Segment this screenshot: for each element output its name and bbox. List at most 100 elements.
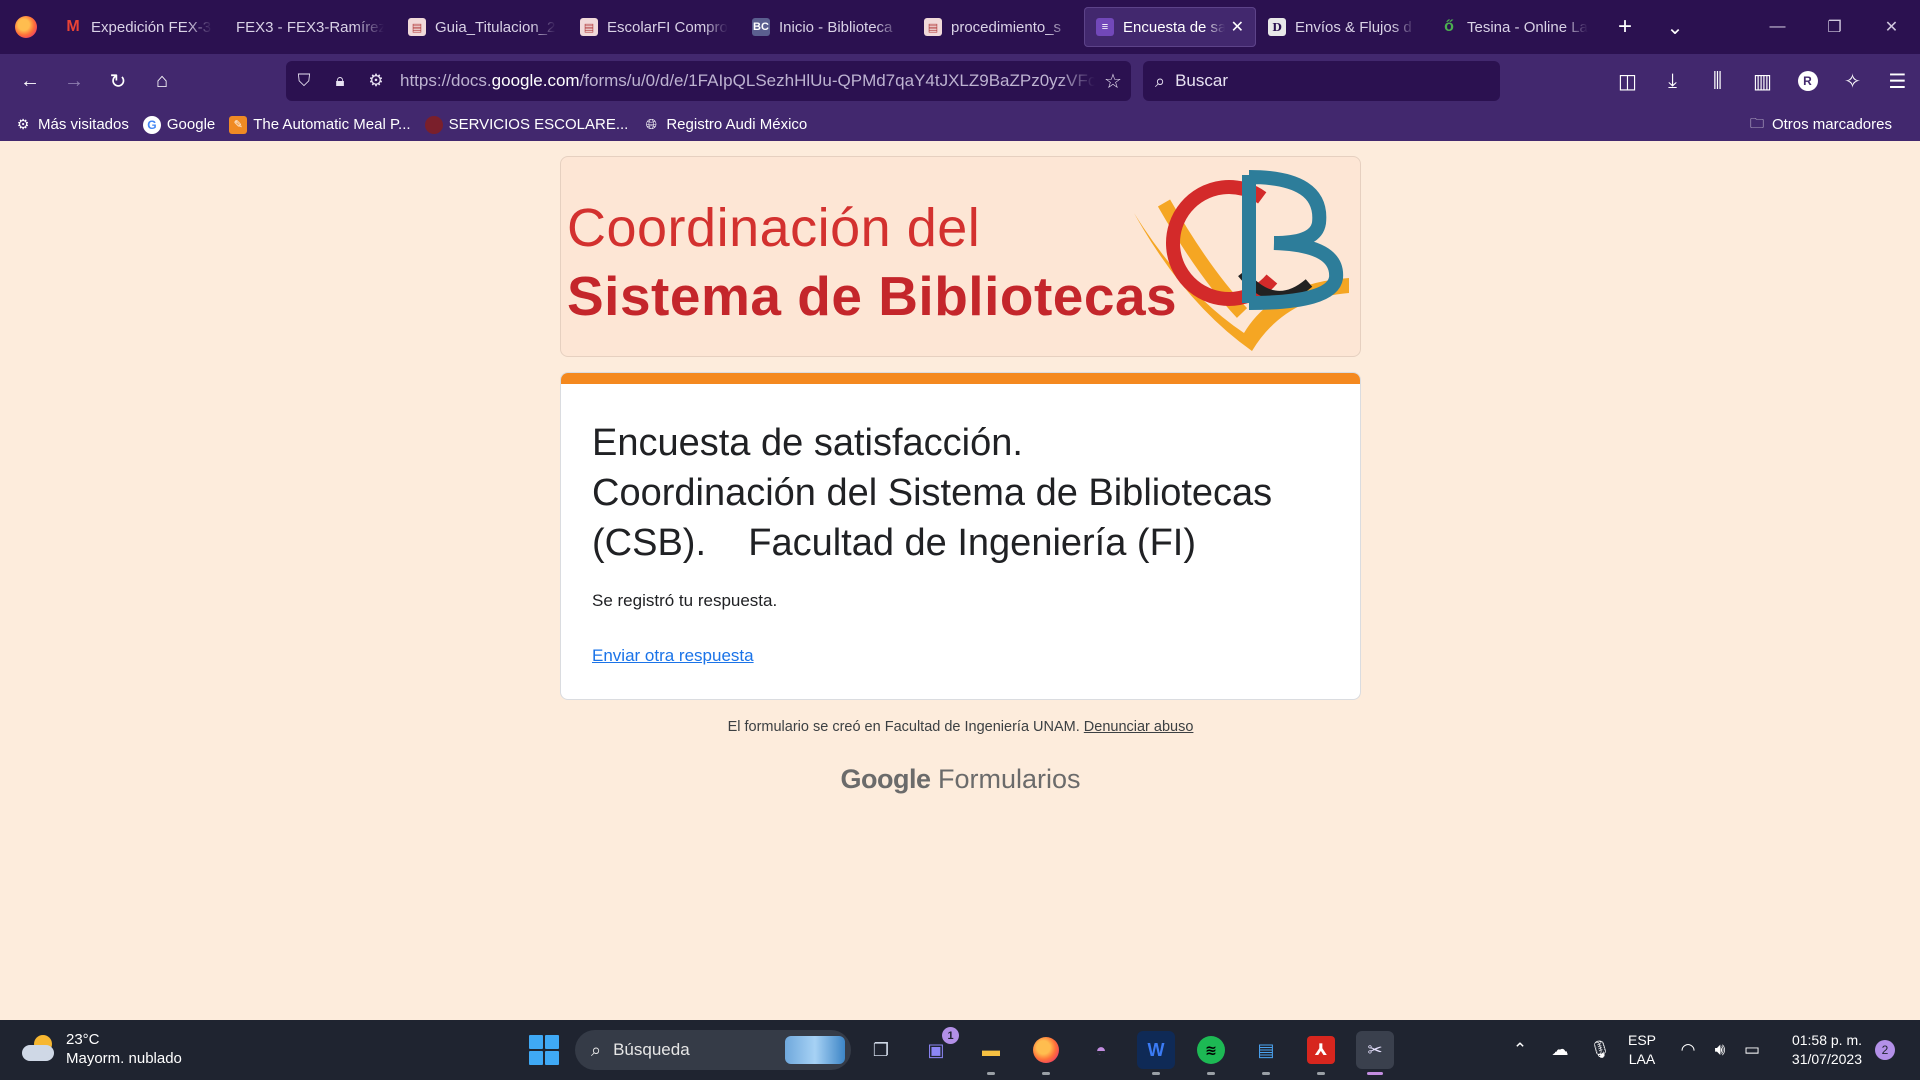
- card-accent-bar: [561, 373, 1360, 384]
- google-icon: G: [142, 115, 161, 134]
- snipping-tool-icon[interactable]: ✂: [1356, 1031, 1394, 1075]
- submit-another-response-link[interactable]: Enviar otra respuesta: [592, 646, 754, 666]
- banner-line-2: Sistema de Bibliotecas: [567, 265, 1178, 327]
- partly-cloudy-icon: [22, 1035, 56, 1063]
- volume-icon: 🔊︎: [1714, 1040, 1726, 1059]
- library-icon[interactable]: ⫼: [1695, 61, 1740, 101]
- sidebar-icon[interactable]: ▥: [1740, 61, 1785, 101]
- folder-icon: 🗀: [1749, 114, 1764, 131]
- weather-temperature: 23°C: [66, 1031, 100, 1048]
- minimize-icon[interactable]: —: [1749, 0, 1806, 54]
- clock-time: 01:58 p. m.: [1791, 1032, 1862, 1048]
- tab-envios[interactable]: D Envíos & Flujos d: [1256, 7, 1428, 47]
- overleaf-icon: ő: [1444, 18, 1454, 35]
- bookmark-star-icon[interactable]: ☆: [1095, 69, 1131, 94]
- mask-app-icon[interactable]: ◓: [1082, 1031, 1120, 1069]
- status-icons[interactable]: ◠ 🔊︎ ▭: [1672, 1020, 1768, 1080]
- teams-chat-icon[interactable]: ▣ 1: [917, 1027, 959, 1069]
- bookmark-meal-planner[interactable]: ✎ The Automatic Meal P...: [229, 115, 411, 134]
- windows-start-icon[interactable]: [529, 1035, 559, 1065]
- tab-biblioteca[interactable]: BC Inicio - Biblioteca: [740, 7, 912, 47]
- tab-strip: M Expedición FEX-3 FEX3 - FEX3-Ramírez ▤…: [0, 0, 1920, 54]
- tab-fex3[interactable]: FEX3 - FEX3-Ramírez: [224, 7, 396, 47]
- shield-icon[interactable]: ⛉: [286, 71, 322, 91]
- clock-date: 31/07/2023: [1791, 1051, 1862, 1067]
- search-input[interactable]: ⌕ Buscar: [1143, 61, 1500, 101]
- bc-icon: BC: [752, 18, 770, 36]
- confirmation-message: Se registró tu respuesta.: [592, 591, 778, 610]
- forward-arrow-icon[interactable]: →: [52, 61, 96, 101]
- lock-icon[interactable]: 🔒︎: [322, 71, 358, 91]
- csb-logo: [1134, 170, 1349, 351]
- unam-doc-icon: ▤: [924, 18, 942, 36]
- hamburger-menu-icon[interactable]: ☰: [1875, 61, 1920, 101]
- close-tab-icon[interactable]: ✕: [1231, 17, 1244, 37]
- bookmark-registro-audi[interactable]: 🌐︎ Registro Audi México: [642, 116, 808, 134]
- search-icon: ⌕: [591, 1039, 602, 1060]
- new-tab-button[interactable]: +: [1600, 0, 1650, 54]
- chevron-up-icon[interactable]: ⌃: [1500, 1040, 1540, 1060]
- tab-list-button[interactable]: ⌄: [1650, 0, 1700, 54]
- notification-badge[interactable]: 2: [1875, 1040, 1895, 1060]
- file-explorer-icon[interactable]: ▬: [972, 1031, 1010, 1075]
- battery-icon: ▭: [1743, 1040, 1761, 1059]
- home-icon[interactable]: ⌂: [140, 61, 184, 101]
- wifi-icon: ◠: [1680, 1040, 1696, 1059]
- tab-procedimiento[interactable]: ▤ procedimiento_s: [912, 7, 1084, 47]
- window-controls: — ❐ ✕: [1749, 0, 1920, 54]
- firefox-menu-icon[interactable]: [0, 0, 52, 54]
- bookmark-google[interactable]: G Google: [142, 115, 215, 134]
- d-icon: D: [1268, 18, 1286, 36]
- microphone-icon[interactable]: 🎙︎: [1580, 1040, 1620, 1060]
- response-card: Encuesta de satisfacción. Coordinación d…: [560, 372, 1361, 700]
- unam-doc-icon: ▤: [408, 18, 426, 36]
- restore-icon[interactable]: ❐: [1806, 0, 1863, 54]
- toolbar-right: ◫ ⤓ ⫼ ▥ R ✧ ☰: [1605, 54, 1920, 108]
- weather-widget[interactable]: 23°C Mayorm. nublado: [22, 1030, 182, 1068]
- extensions-icon[interactable]: ✧: [1830, 61, 1875, 101]
- acrobat-icon[interactable]: ⅄: [1302, 1031, 1340, 1075]
- search-highlight-image: [785, 1036, 845, 1064]
- forms-wordmark: Formularios: [937, 764, 1081, 794]
- permissions-icon[interactable]: ⚙: [358, 71, 394, 91]
- report-abuse-link[interactable]: Denunciar abuso: [1084, 719, 1194, 735]
- firefox-taskbar-icon[interactable]: [1027, 1031, 1065, 1075]
- tab-encuesta[interactable]: ≡ Encuesta de sa ✕: [1084, 7, 1256, 47]
- onedrive-cloud-icon[interactable]: ☁: [1540, 1040, 1580, 1060]
- webex-icon[interactable]: W: [1137, 1031, 1175, 1075]
- bookmark-otros-marcadores[interactable]: 🗀 Otros marcadores: [1748, 108, 1892, 141]
- clock[interactable]: 01:58 p. m. 31/07/2023: [1778, 1031, 1862, 1069]
- unam-doc-icon: ▤: [580, 18, 598, 36]
- google-forms-brand[interactable]: Google Formularios: [560, 764, 1361, 795]
- pocket-icon[interactable]: ◫: [1605, 61, 1650, 101]
- bookmark-mas-visitados[interactable]: ⚙ Más visitados: [14, 116, 129, 134]
- url-bar[interactable]: ⛉ 🔒︎ ⚙ https://docs.google.com/forms/u/0…: [286, 61, 1131, 101]
- spotify-icon[interactable]: ≋: [1192, 1031, 1230, 1075]
- input-language[interactable]: ESP LAA: [1628, 1031, 1656, 1069]
- google-wordmark: Google: [840, 764, 931, 794]
- tab-guia-titulacion[interactable]: ▤ Guia_Titulacion_2: [396, 7, 568, 47]
- tab-escolarfi[interactable]: ▤ EscolarFI Compro: [568, 7, 740, 47]
- downloads-icon[interactable]: ⤓: [1650, 61, 1695, 101]
- bookmark-servicios-escolares[interactable]: SERVICIOS ESCOLARE...: [424, 115, 628, 134]
- form-title: Encuesta de satisfacción. Coordinación d…: [592, 422, 1273, 564]
- tab-gmail[interactable]: M Expedición FEX-3: [52, 7, 224, 47]
- task-view-icon[interactable]: ❐: [862, 1031, 900, 1069]
- globe-icon: 🌐︎: [645, 116, 657, 132]
- form-footer: El formulario se creó en Facultad de Ing…: [560, 719, 1361, 735]
- tab-tesina[interactable]: ő Tesina - Online La: [1428, 7, 1600, 47]
- notepad-icon[interactable]: ▤: [1247, 1031, 1285, 1075]
- bookmarks-bar: ⚙ Más visitados G Google ✎ The Automatic…: [0, 108, 1920, 141]
- url-text[interactable]: https://docs.google.com/forms/u/0/d/e/1F…: [394, 71, 1095, 91]
- gear-icon: ⚙: [16, 116, 30, 132]
- close-window-icon[interactable]: ✕: [1863, 0, 1920, 54]
- account-avatar[interactable]: R: [1785, 61, 1830, 101]
- banner-line-1: Coordinación del: [567, 198, 981, 258]
- unam-icon: [424, 115, 443, 134]
- back-arrow-icon[interactable]: ←: [8, 61, 52, 101]
- windows-taskbar: 23°C Mayorm. nublado ⌕ Búsqueda ❐ ▣ 1 ▬ ◓…: [0, 1020, 1920, 1080]
- taskbar-search-box[interactable]: ⌕ Búsqueda: [575, 1030, 851, 1070]
- navigation-toolbar: ← → ↻ ⌂ ⛉ 🔒︎ ⚙ https://docs.google.com/f…: [0, 54, 1920, 108]
- system-tray: ⌃ ☁ 🎙︎: [1500, 1020, 1620, 1080]
- reload-icon[interactable]: ↻: [96, 61, 140, 101]
